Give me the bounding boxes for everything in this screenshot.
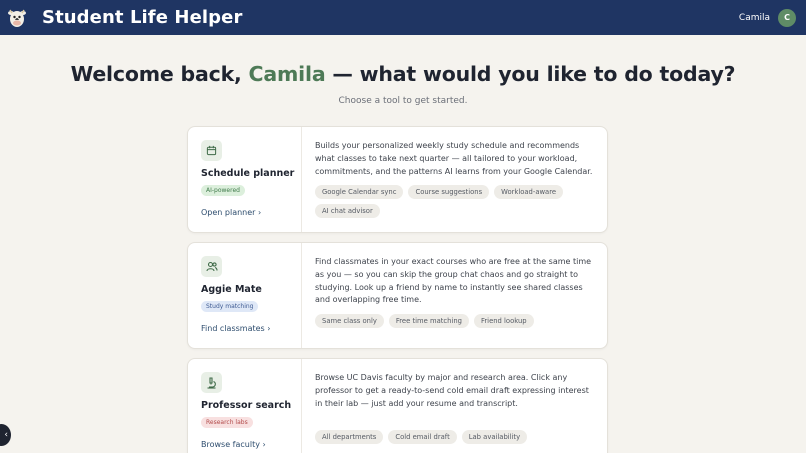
tag-list: All departments Cold email draft Lab ava… [315, 430, 595, 449]
cow-mascot-logo[interactable] [7, 7, 27, 29]
tag: Friend lookup [473, 314, 534, 329]
welcome-heading: Welcome back, Camila — what would you li… [0, 62, 806, 86]
tag: Same class only [315, 314, 384, 329]
tag-list: Same class only Free time matching Frien… [315, 314, 595, 333]
status-badge: AI-powered [201, 185, 245, 196]
user-name-accent: Camila [248, 62, 326, 86]
link-label: Browse faculty [201, 440, 260, 449]
tag: Google Calendar sync [315, 185, 404, 200]
tag: Cold email draft [388, 430, 457, 445]
card-title: Schedule planner [201, 168, 295, 179]
card-aggie-mate[interactable]: Aggie Mate Study matching Find classmate… [187, 242, 608, 349]
find-classmates-link[interactable]: Find classmates › [201, 324, 301, 333]
tag-list: Google Calendar sync Course suggestions … [315, 185, 595, 223]
card-title: Aggie Mate [201, 284, 262, 295]
chevron-right-icon: › [267, 324, 271, 333]
calendar-icon [201, 140, 222, 161]
card-summary: Schedule planner AI-powered Open planner… [188, 127, 302, 232]
chevron-right-icon: › [262, 440, 266, 449]
subtitle: Choose a tool to get started. [338, 96, 468, 106]
app-title: Student Life Helper [42, 7, 243, 28]
tag: Free time matching [388, 314, 469, 329]
avatar[interactable]: C [778, 8, 796, 27]
link-label: Find classmates [201, 324, 265, 333]
browse-faculty-link[interactable]: Browse faculty › [201, 440, 301, 449]
user-menu[interactable]: Camila C [738, 8, 796, 27]
welcome-prefix: Welcome back, [70, 62, 249, 86]
open-planner-link[interactable]: Open planner › [201, 208, 301, 217]
card-schedule-planner[interactable]: Schedule planner AI-powered Open planner… [187, 126, 608, 233]
link-label: Open planner [201, 208, 256, 217]
tag: Lab availability [461, 430, 528, 445]
tag: Course suggestions [408, 185, 490, 200]
tag: AI chat advisor [315, 204, 380, 219]
tag: Workload-aware [494, 185, 564, 200]
users-icon [201, 256, 222, 277]
card-description: Builds your personalized weekly study sc… [315, 141, 593, 176]
microscope-icon [201, 372, 222, 393]
welcome-suffix: — what would you like to do today? [325, 62, 736, 86]
welcome-section: Welcome back, Camila — what would you li… [0, 62, 806, 106]
tag: All departments [315, 430, 384, 445]
status-badge: Study matching [201, 301, 259, 312]
collapse-button[interactable]: ‹ [0, 424, 11, 446]
chevron-right-icon: › [258, 208, 262, 217]
status-badge: Research labs [201, 417, 253, 428]
chevron-left-icon: ‹ [4, 430, 8, 440]
card-summary: Professor search Research labs Browse fa… [188, 359, 302, 453]
tool-cards: Schedule planner AI-powered Open planner… [187, 126, 608, 453]
card-description: Browse UC Davis faculty by major and res… [315, 373, 589, 408]
user-name: Camila [738, 12, 770, 23]
card-summary: Aggie Mate Study matching Find classmate… [188, 243, 302, 348]
card-professor-search[interactable]: Professor search Research labs Browse fa… [187, 358, 608, 453]
card-details: Find classmates in your exact courses wh… [302, 243, 607, 348]
card-title: Professor search [201, 400, 292, 411]
card-details: Browse UC Davis faculty by major and res… [302, 359, 607, 453]
card-description: Find classmates in your exact courses wh… [315, 257, 592, 305]
top-bar: Student Life Helper Camila C [0, 0, 806, 35]
card-details: Builds your personalized weekly study sc… [302, 127, 607, 232]
